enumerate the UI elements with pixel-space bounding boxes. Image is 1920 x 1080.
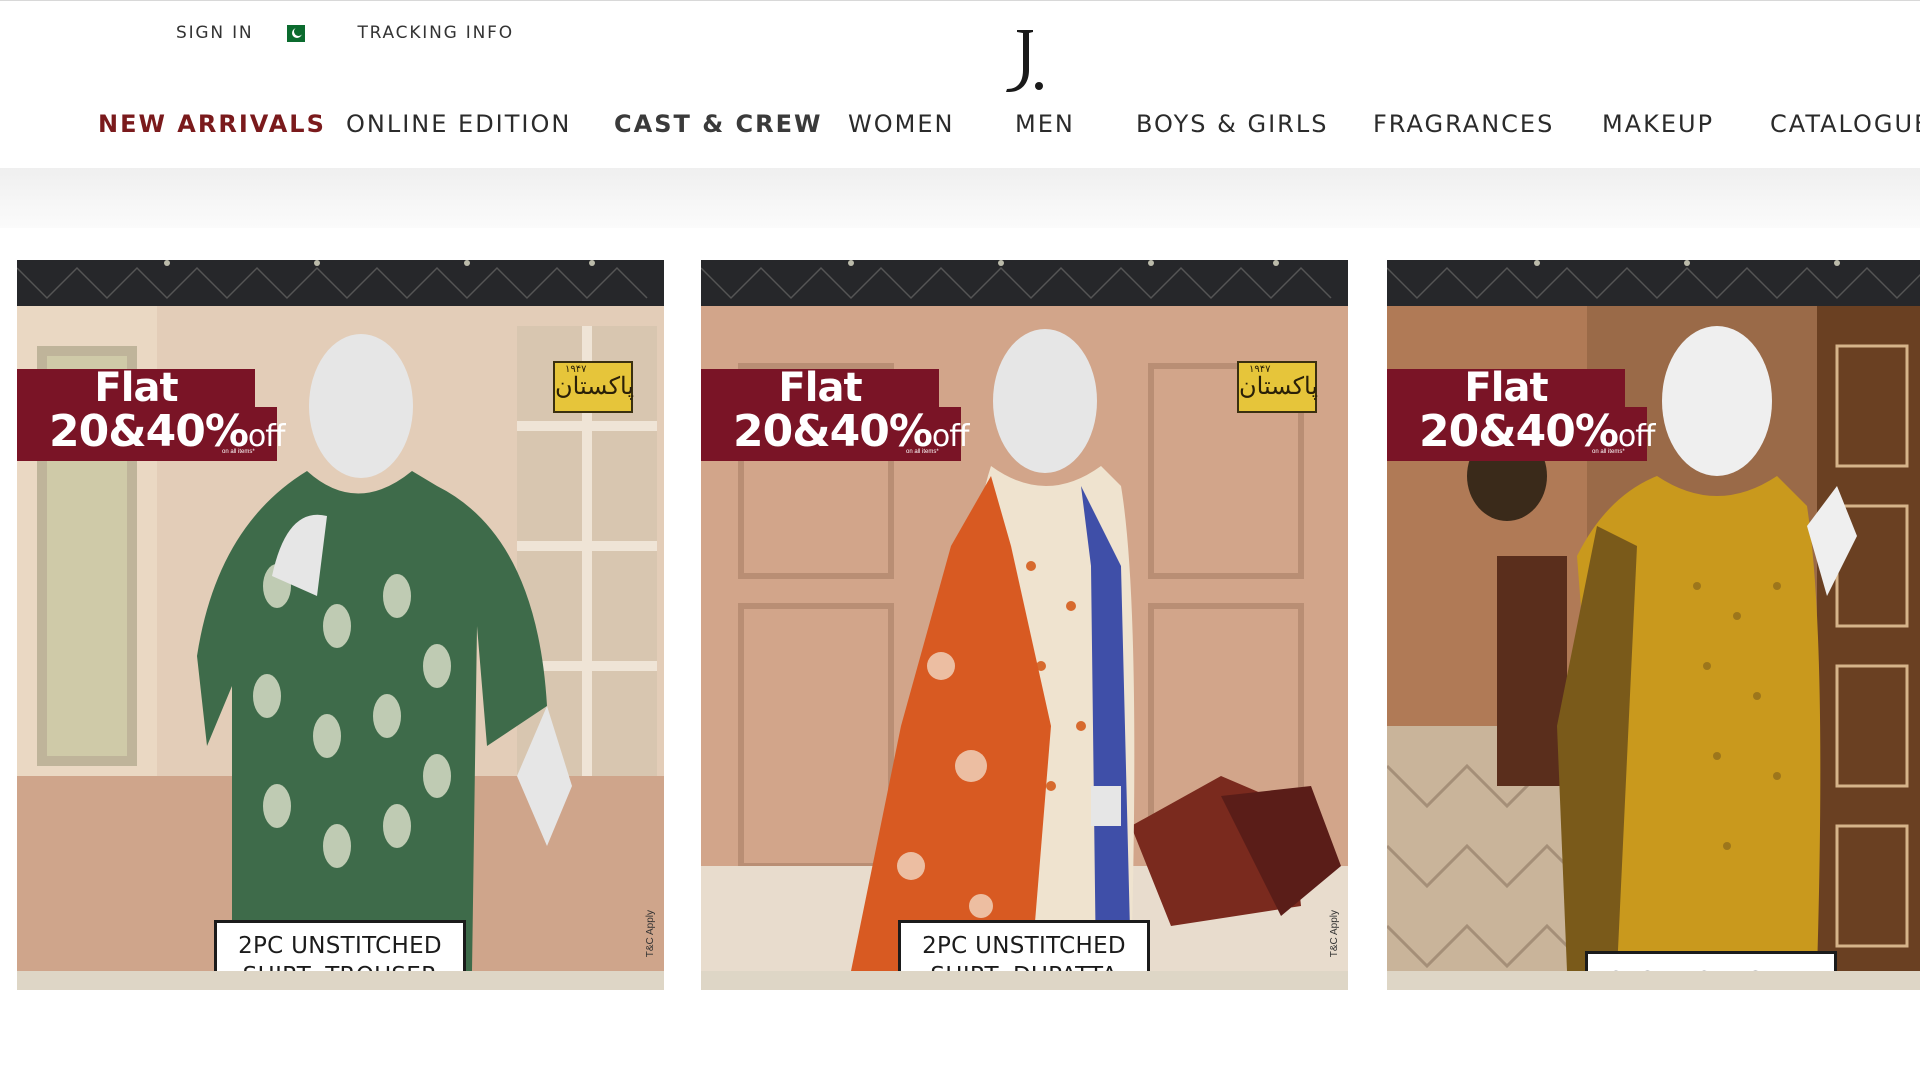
pakistan-flag-icon[interactable] — [281, 24, 306, 42]
pakistan-badge: ۱۹۴۷ پاکستان — [1237, 361, 1319, 413]
pakistan-badge: ۱۹۴۷ پاکستان — [553, 361, 635, 413]
promo-banner: Flat 20&40%off on all items* — [1387, 368, 1655, 461]
promo-banner: Flat 20&40%off on all items* — [701, 368, 969, 461]
top-border — [0, 0, 1920, 1]
card-pattern-header — [1387, 260, 1920, 306]
promo-banner: Flat 20&40%off on all items* — [17, 368, 285, 461]
promo-flat-label: Flat — [701, 368, 939, 408]
badge-year: ۱۹۴۷ — [565, 364, 587, 375]
caption-line2: SHIRT- TROUSER — [227, 961, 453, 971]
sign-in-link[interactable]: SIGN IN — [176, 23, 253, 43]
card-pattern-header — [17, 260, 664, 306]
terms-note: T&C Apply — [1329, 909, 1340, 957]
promo-discount-value: 20&40% — [733, 406, 933, 457]
nav-catalogue[interactable]: CATALOGUE — [1770, 108, 1920, 140]
badge-text: پاکستان — [1239, 372, 1319, 400]
product-image[interactable]: Flat 20&40%off on all items* ۱۹۴۷ پاکستا… — [17, 306, 664, 971]
tracking-info-link[interactable]: TRACKING INFO — [357, 23, 513, 43]
product-caption[interactable]: 2PC UNSTITCHED SHIRT- TROUSER — [214, 920, 466, 971]
brand-logo[interactable] — [1003, 22, 1047, 98]
nav-men[interactable]: MEN — [1015, 108, 1075, 140]
badge-text: پاکستان — [555, 372, 635, 400]
promo-discount-value: 20&40% — [49, 406, 249, 457]
nav-boys-girls[interactable]: BOYS & GIRLS — [1136, 108, 1328, 140]
nav-women[interactable]: WOMEN — [848, 108, 954, 140]
product-image[interactable]: Flat 20&40%off on all items* 3PC UNSTITC… — [1387, 306, 1920, 971]
nav-fragrances[interactable]: FRAGRANCES — [1373, 108, 1554, 140]
caption-line1: 2PC UNSTITCHED — [238, 933, 442, 959]
product-card[interactable]: Flat 20&40%off on all items* ۱۹۴۷ پاکستا… — [17, 260, 664, 990]
product-card[interactable]: Flat 20&40%off on all items* ۱۹۴۷ پاکستا… — [701, 260, 1348, 990]
product-caption[interactable]: 2PC UNSTITCHED SHIRT- DUPATTA — [898, 920, 1150, 971]
product-card[interactable]: Flat 20&40%off on all items* 3PC UNSTITC… — [1387, 260, 1920, 990]
terms-note: T&C Apply — [645, 909, 656, 957]
promo-note: on all items* — [1592, 449, 1625, 455]
promo-flat-label: Flat — [1387, 368, 1625, 408]
main-nav: NEW ARRIVALS ONLINE EDITION CAST & CREW … — [0, 108, 1920, 144]
caption-line1: 2PC UNSTITCHED — [922, 933, 1126, 959]
badge-year: ۱۹۴۷ — [1249, 364, 1271, 375]
nav-makeup[interactable]: MAKEUP — [1602, 108, 1714, 140]
utility-bar: SIGN IN TRACKING INFO — [176, 22, 514, 44]
promo-note: on all items* — [222, 449, 255, 455]
nav-online-edition[interactable]: ONLINE EDITION — [346, 108, 571, 140]
product-caption[interactable]: 3PC UNSTITCHED — [1585, 951, 1837, 971]
promo-flat-label: Flat — [17, 368, 255, 408]
hero-band — [0, 168, 1920, 228]
nav-cast-crew[interactable]: CAST & CREW — [614, 108, 822, 140]
caption-line2: SHIRT- DUPATTA — [911, 961, 1137, 971]
product-image[interactable]: Flat 20&40%off on all items* ۱۹۴۷ پاکستا… — [701, 306, 1348, 971]
nav-new-arrivals[interactable]: NEW ARRIVALS — [98, 108, 326, 140]
card-pattern-header — [701, 260, 1348, 306]
promo-note: on all items* — [906, 449, 939, 455]
promo-discount-value: 20&40% — [1419, 406, 1619, 457]
caption-line1: 3PC UNSTITCHED — [1594, 962, 1828, 971]
